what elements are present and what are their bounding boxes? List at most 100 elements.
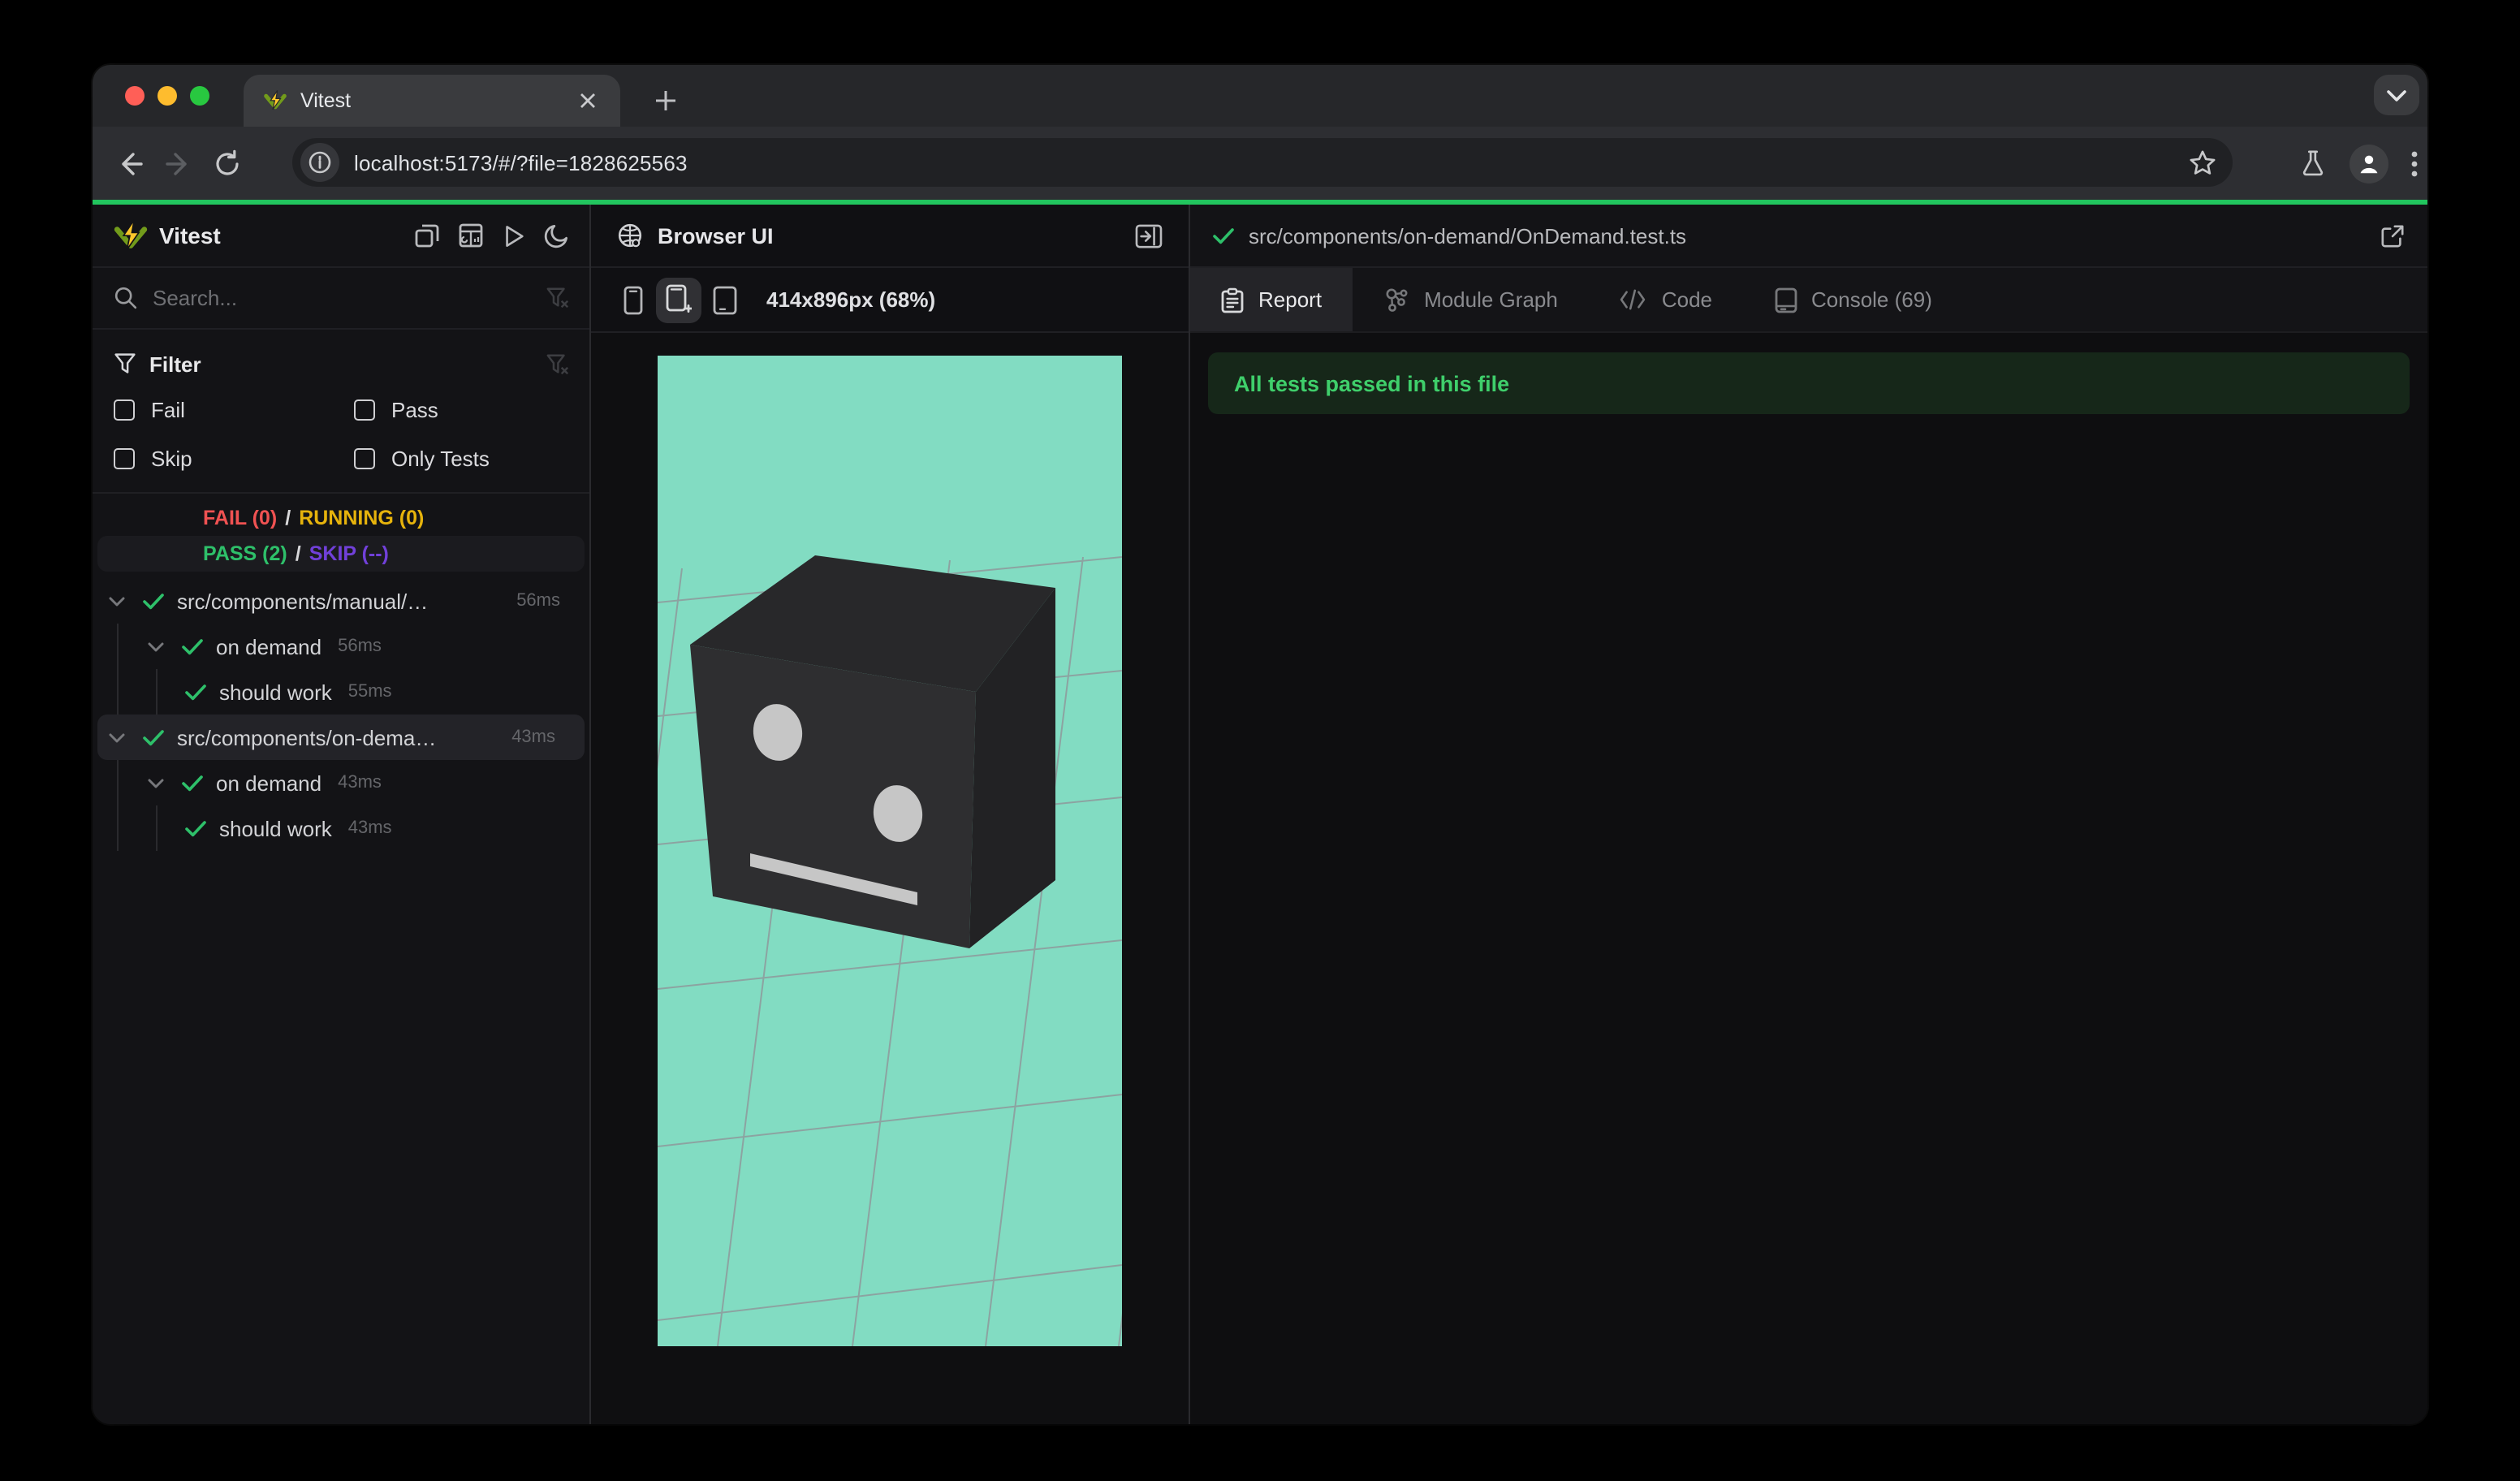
pass-checkbox[interactable] [354,399,375,420]
report-body: All tests passed in this file [1190,333,2427,1424]
dashboard-icon[interactable] [458,222,484,248]
bookmark-star-icon[interactable] [2189,149,2216,176]
robot-cube [690,555,1055,948]
close-window-button[interactable] [125,86,145,106]
site-info-icon[interactable] [300,143,339,182]
sidebar-header: Vitest [93,205,589,268]
tree-suite-row[interactable]: on demand 56ms [93,624,589,669]
report-header: src/components/on-demand/OnDemand.test.t… [1190,205,2427,268]
url-text: localhost:5173/#/?file=1828625563 [354,150,688,175]
tab-close-icon[interactable] [575,88,601,114]
zoom-window-button[interactable] [190,86,209,106]
sidebar: Vitest Search... Filter Fail Pass Skip O… [93,205,589,1424]
console-icon [1774,287,1797,313]
clear-filter-icon[interactable] [546,352,570,376]
back-button[interactable] [106,139,154,188]
clear-search-filter-icon[interactable] [546,286,570,310]
phone-plus-icon[interactable] [656,277,701,322]
test-summary: FAIL (0) / RUNNING (0) PASS (2) / SKIP (--) [93,492,589,572]
tree-file-row-selected[interactable]: src/components/on-dema… 43ms [97,715,585,760]
globe-icon [617,222,643,248]
browser-tab[interactable]: Vitest [244,75,620,127]
windows-stack-icon[interactable] [414,222,440,248]
filter-section: Filter Fail Pass Skip Only Tests [93,330,589,492]
app-title: Vitest [159,222,221,248]
filter-option-only-tests[interactable]: Only Tests [354,434,570,482]
menu-kebab-icon[interactable] [2411,150,2418,176]
tree-suite-row[interactable]: on demand 43ms [93,760,589,805]
tested-app-viewport[interactable] [658,356,1122,1346]
tree-test-row[interactable]: should work 55ms [93,669,589,715]
all-tests-passed-banner: All tests passed in this file [1208,352,2410,414]
experiments-flask-icon[interactable] [2299,149,2327,177]
reload-button[interactable] [203,139,252,188]
test-file-path: src/components/on-demand/OnDemand.test.t… [1249,223,1687,248]
chevron-down-icon[interactable] [145,777,167,788]
browser-ui-title: Browser UI [658,223,774,248]
forward-button[interactable] [154,139,203,188]
pass-check-icon [183,819,206,837]
search-icon [114,286,138,310]
report-tabs: Report Module Graph Code Console (69) [1190,268,2427,333]
filter-option-skip[interactable]: Skip [114,434,354,482]
tab-module-graph[interactable]: Module Graph [1353,268,1589,331]
test-tree: src/components/manual/… 56ms on demand 5… [93,578,589,851]
pass-check-icon [141,592,164,610]
run-all-icon[interactable] [502,223,526,248]
minimize-window-button[interactable] [158,86,177,106]
filter-options: Fail Pass Skip Only Tests [114,385,570,482]
only-tests-checkbox[interactable] [354,447,375,468]
search-input[interactable] [153,286,546,310]
tab-title: Vitest [300,89,352,112]
filter-option-pass[interactable]: Pass [354,385,570,434]
filter-option-fail[interactable]: Fail [114,385,354,434]
screen: Vitest localhost:5173/#/?file=1828625563… [0,0,2520,1481]
chevron-down-icon[interactable] [145,641,167,652]
dock-panel-icon[interactable] [1135,223,1163,248]
traffic-lights [125,86,209,106]
dark-mode-moon-icon[interactable] [544,222,570,248]
browser-preview-area [591,333,1189,1424]
chevron-down-icon[interactable] [106,595,128,607]
module-graph-icon [1383,287,1409,313]
skip-checkbox[interactable] [114,447,135,468]
tree-test-row[interactable]: should work 43ms [93,805,589,851]
chevron-down-icon[interactable] [106,732,128,743]
browser-window: Vitest localhost:5173/#/?file=1828625563… [93,65,2427,1424]
vitest-ui: Vitest Search... Filter Fail Pass Skip O… [93,205,2427,1424]
robot-cube-scene [658,356,1122,1346]
url-bar[interactable]: localhost:5173/#/?file=1828625563 [292,138,2233,187]
summary-line-2: PASS (2) / SKIP (--) [97,536,585,572]
browser-ui-panel: Browser UI 414x896px (68%) [591,205,1189,1424]
pass-check-icon [180,774,203,792]
vitest-logo-icon [114,218,148,253]
pass-check-icon [141,728,164,746]
pass-check-icon [183,683,206,701]
tab-strip: Vitest [93,65,2427,127]
tablet-icon[interactable] [701,277,747,322]
tab-search-button[interactable] [2374,75,2419,115]
tab-console[interactable]: Console (69) [1743,268,1963,331]
report-clipboard-icon [1221,287,1244,313]
pass-check-icon [1213,227,1234,244]
open-in-editor-icon[interactable] [2380,223,2405,248]
search-row [93,268,589,330]
tree-file-row[interactable]: src/components/manual/… 56ms [93,578,589,624]
new-tab-button[interactable] [645,80,687,122]
profile-avatar[interactable] [2350,144,2388,183]
toolbar-right-cluster [2299,127,2418,200]
report-panel: src/components/on-demand/OnDemand.test.t… [1190,205,2427,1424]
filter-header: Filter [114,343,570,385]
viewport-size-label: 414x896px (68%) [766,287,936,312]
sidebar-actions [414,222,570,248]
filter-title: Filter [149,352,201,376]
tab-code[interactable]: Code [1589,268,1743,331]
device-toolbar: 414x896px (68%) [591,268,1189,333]
vitest-favicon-icon [263,89,287,113]
fail-checkbox[interactable] [114,399,135,420]
phone-icon[interactable] [611,277,656,322]
tab-report[interactable]: Report [1190,268,1353,331]
summary-line-1: FAIL (0) / RUNNING (0) [203,507,425,529]
browser-ui-header: Browser UI [591,205,1189,268]
code-icon [1620,289,1647,310]
